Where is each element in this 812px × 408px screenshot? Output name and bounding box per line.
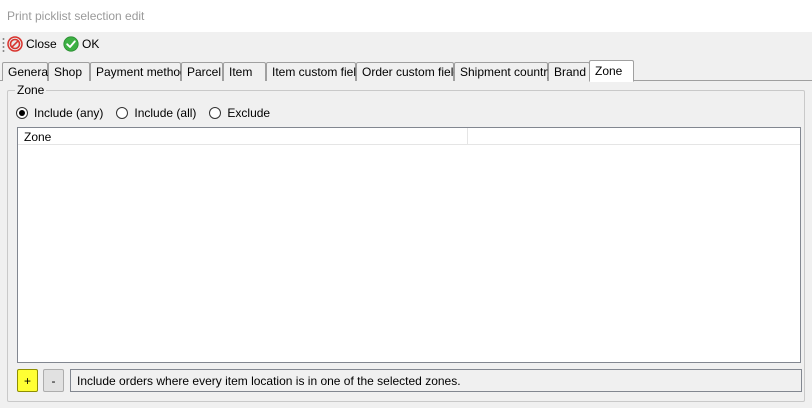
close-label: Close xyxy=(26,37,57,51)
toolbar-grip[interactable] xyxy=(2,37,5,52)
tab-general[interactable]: General xyxy=(2,62,51,81)
remove-zone-button[interactable]: - xyxy=(43,369,64,392)
tab-item-custom-field[interactable]: Item custom field xyxy=(266,62,363,81)
radio-label: Include (all) xyxy=(134,106,197,120)
ok-label: OK xyxy=(82,37,100,51)
ok-button[interactable]: OK xyxy=(63,34,99,54)
group-title: Zone xyxy=(15,83,47,97)
radio-indicator[interactable] xyxy=(116,107,129,119)
column-header-zone[interactable]: Zone xyxy=(18,128,468,145)
close-button[interactable]: Close xyxy=(7,34,57,54)
list-header: Zone xyxy=(18,128,800,145)
tab-parcel[interactable]: Parcel xyxy=(181,62,223,81)
radio-exclude[interactable]: Exclude xyxy=(209,106,270,120)
radio-indicator[interactable] xyxy=(209,107,222,119)
tab-order-custom-field[interactable]: Order custom field xyxy=(356,62,460,81)
zone-hint-text: Include orders where every item location… xyxy=(70,369,802,392)
radio-include-any[interactable]: Include (any) xyxy=(16,106,103,120)
match-mode-radios: Include (any) Include (all) Exclude xyxy=(16,105,283,121)
tab-item[interactable]: Item xyxy=(223,62,266,81)
tab-payment-method[interactable]: Payment method xyxy=(90,62,187,81)
column-header-empty[interactable] xyxy=(468,128,800,145)
tab-shop[interactable]: Shop xyxy=(48,62,90,81)
radio-include-all[interactable]: Include (all) xyxy=(116,106,196,120)
title-bar: Print picklist selection edit xyxy=(0,0,812,32)
tab-shipment-country[interactable]: Shipment country xyxy=(454,62,553,81)
tab-strip: General Shop Payment method Parcel Item … xyxy=(0,60,812,82)
radio-label: Exclude xyxy=(227,106,271,120)
radio-label: Include (any) xyxy=(34,106,104,120)
radio-indicator[interactable] xyxy=(16,107,28,119)
close-icon xyxy=(7,36,23,52)
zone-actions: + - Include orders where every item loca… xyxy=(17,369,802,392)
add-zone-button[interactable]: + xyxy=(17,369,38,392)
tab-zone[interactable]: Zone xyxy=(589,60,634,82)
window-title: Print picklist selection edit xyxy=(7,9,145,23)
zone-list[interactable]: Zone xyxy=(17,127,801,363)
toolbar: Close OK xyxy=(0,32,812,57)
tab-brand[interactable]: Brand xyxy=(548,62,590,81)
check-icon xyxy=(63,36,79,52)
zone-tab-panel: Zone Include (any) Include (all) Exclude… xyxy=(0,81,812,408)
